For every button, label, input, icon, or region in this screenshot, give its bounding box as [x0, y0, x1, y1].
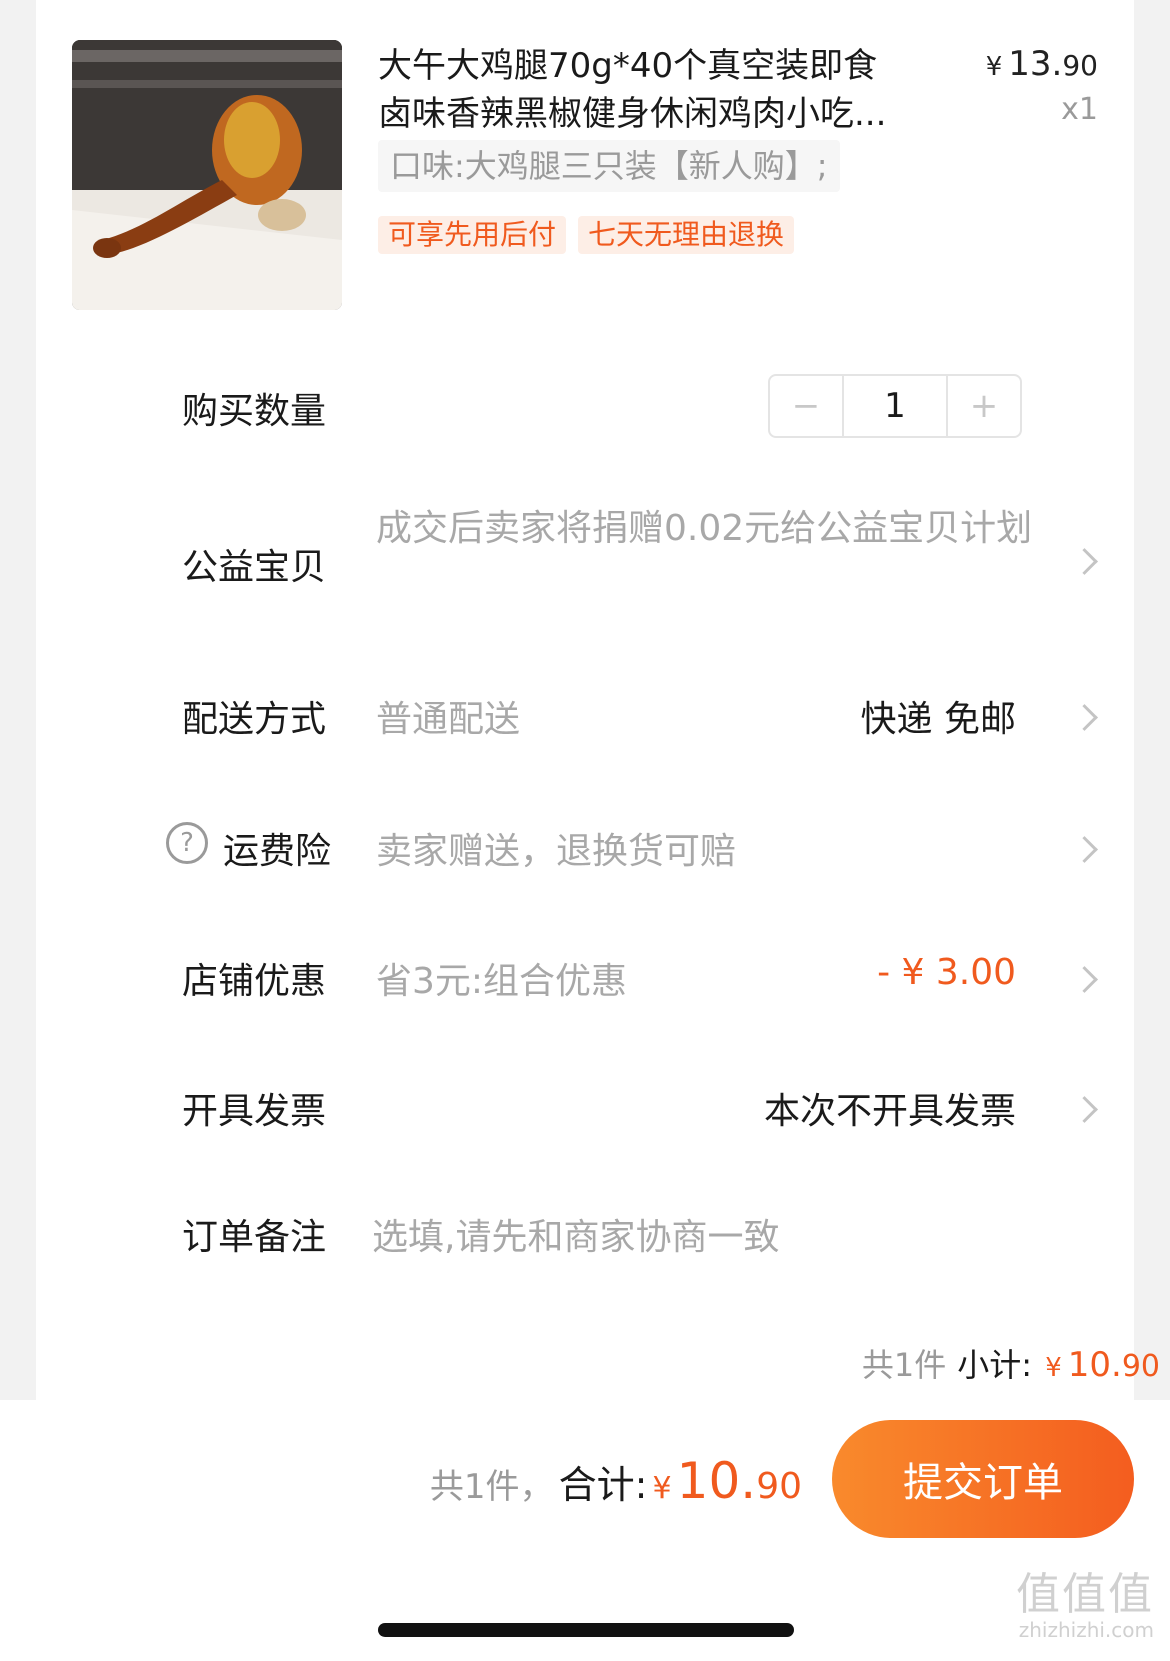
discount-label: 店铺优惠: [182, 961, 327, 1002]
total-label: 合计:: [558, 1463, 648, 1507]
watermark-logo: 值值值: [1016, 1569, 1154, 1620]
total-count: 共1件，: [429, 1467, 554, 1507]
product-title-line1: 大午大鸡腿70g*40个真空装即食: [378, 46, 878, 86]
tag-free-return: 七天无理由退换: [578, 216, 795, 254]
note-input[interactable]: 选填,请先和商家协商一致: [372, 1208, 779, 1260]
chevron-right-icon: [1071, 836, 1098, 863]
product-price: ¥13.90: [986, 44, 1098, 84]
charity-row[interactable]: 公益宝贝 成交后卖家将捐赠0.02元给公益宝贝计划: [36, 500, 1134, 610]
total-integer: 10.: [676, 1452, 757, 1510]
increase-button[interactable]: +: [948, 376, 1020, 436]
total-decimal: 90: [756, 1466, 802, 1507]
quantity-label: 购买数量: [182, 391, 327, 432]
subtotal-decimal: 90: [1121, 1349, 1160, 1384]
subtotal: 共1件 小计: ¥10.90: [36, 1340, 1170, 1386]
subtotal-label: 小计:: [957, 1346, 1033, 1384]
watermark: 值值值 zhizhizhi.com: [1016, 1569, 1154, 1643]
delivery-value: 普通配送: [376, 699, 521, 740]
delivery-row[interactable]: 配送方式 普通配送 快递 免邮: [36, 680, 1134, 750]
total-summary: 共1件， 合计: ¥ 10.90: [430, 1452, 802, 1510]
subtotal-currency: ¥: [1045, 1353, 1062, 1383]
charity-value: 成交后卖家将捐赠0.02元给公益宝贝计划: [376, 508, 1033, 549]
product-title-line2: 卤味香辣黑椒健身休闲鸡肉小吃...: [378, 94, 887, 134]
delivery-label: 配送方式: [182, 699, 327, 740]
price-currency: ¥: [985, 52, 1003, 82]
tag-pay-later: 可享先用后付: [378, 216, 567, 254]
chicken-leg-image: [72, 40, 342, 310]
invoice-row[interactable]: 开具发票 本次不开具发票: [36, 1072, 1134, 1142]
sku-label: 口味:大鸡腿三只装【新人购】;: [378, 140, 840, 192]
quantity-value[interactable]: 1: [842, 376, 948, 436]
charity-label: 公益宝贝: [182, 547, 327, 588]
watermark-url: zhizhizhi.com: [1018, 1618, 1154, 1642]
order-card: 大午大鸡腿70g*40个真空装即食 卤味香辣黑椒健身休闲鸡肉小吃... ¥13.…: [36, 0, 1134, 1400]
insurance-value: 卖家赠送，退换货可赔: [376, 831, 737, 872]
total-currency: ¥: [652, 1471, 672, 1506]
discount-amount: - ¥ 3.00: [877, 952, 1016, 993]
product-quantity: x1: [1061, 92, 1098, 127]
insurance-label: 运费险: [223, 831, 332, 872]
chevron-right-icon: [1071, 1096, 1098, 1123]
subtotal-count: 共1件: [861, 1346, 947, 1384]
product-image[interactable]: [72, 40, 342, 310]
chevron-right-icon: [1071, 548, 1098, 575]
home-indicator[interactable]: [378, 1623, 794, 1637]
delivery-method: 快递 免邮: [860, 699, 1016, 740]
invoice-value: 本次不开具发票: [763, 1091, 1016, 1132]
subtotal-integer: 10.: [1067, 1345, 1122, 1385]
price-integer: 13.: [1008, 44, 1063, 84]
shipping-insurance-row[interactable]: 运费险 卖家赠送，退换货可赔: [36, 812, 1134, 882]
note-label: 订单备注: [182, 1217, 327, 1258]
store-discount-row[interactable]: 店铺优惠 省3元:组合优惠 - ¥ 3.00: [36, 942, 1134, 1012]
decrease-button[interactable]: −: [770, 376, 842, 436]
submit-order-button[interactable]: 提交订单: [832, 1420, 1134, 1538]
product-title[interactable]: 大午大鸡腿70g*40个真空装即食 卤味香辣黑椒健身休闲鸡肉小吃...: [378, 42, 918, 138]
checkout-bar: 共1件， 合计: ¥ 10.90 提交订单: [0, 1400, 1170, 1661]
order-note-row[interactable]: 订单备注 选填,请先和商家协商一致: [36, 1198, 1134, 1268]
chevron-right-icon: [1071, 966, 1098, 993]
invoice-label: 开具发票: [182, 1091, 327, 1132]
chevron-right-icon: [1071, 704, 1098, 731]
discount-value: 省3元:组合优惠: [376, 961, 628, 1002]
quantity-stepper[interactable]: − 1 +: [768, 374, 1022, 438]
service-tags: 可享先用后付 七天无理由退换: [378, 216, 795, 254]
price-decimal: 90: [1062, 49, 1098, 82]
